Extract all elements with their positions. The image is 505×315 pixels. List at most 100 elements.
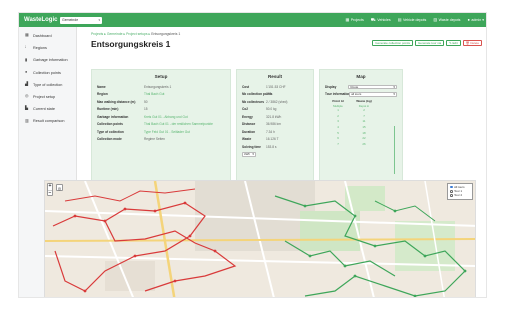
sidebar-item-garbage-information[interactable]: ▮ Garbage information bbox=[19, 54, 76, 66]
nav-vehicles[interactable]: ⛟ Vehicles bbox=[371, 18, 391, 23]
breadcrumb-item[interactable]: Projects bbox=[91, 32, 103, 36]
unit-select-value: kWh bbox=[244, 152, 250, 157]
page-title: Entsorgungskreis 1 bbox=[91, 39, 171, 49]
breadcrumb-item[interactable]: Project setups bbox=[126, 32, 148, 36]
radio-icon bbox=[450, 189, 453, 193]
route-map[interactable]: + − ◎ All tours Tour 1 Tour 2 bbox=[44, 180, 476, 298]
user-icon: ● bbox=[467, 17, 470, 22]
generate-collection-points-button[interactable]: Generate collection points bbox=[372, 40, 413, 46]
result-row: Co2 50.0 kg bbox=[237, 106, 313, 114]
user-label: admin ▾ bbox=[471, 18, 484, 22]
result-label: Duration bbox=[242, 129, 256, 134]
point-cell: 1 bbox=[337, 108, 339, 113]
delete-button[interactable]: 🗑 Delete bbox=[462, 40, 482, 46]
map-canvas[interactable] bbox=[45, 181, 476, 298]
sidebar-item-label: Project setup bbox=[33, 95, 56, 100]
waste-cell: 11 bbox=[362, 119, 366, 124]
legend-item-tour-2[interactable]: Tour 2 bbox=[450, 193, 470, 197]
table-scrollbar[interactable] bbox=[394, 126, 395, 174]
subheader-cell[interactable]: Depot in bbox=[351, 104, 377, 108]
sidebar-item-result-comparison[interactable]: ▥ Result comparison bbox=[19, 115, 76, 127]
column-header: Waste (kg) bbox=[356, 99, 372, 103]
result-heading: Result bbox=[267, 74, 283, 79]
map-marker-icon: ● bbox=[25, 69, 28, 74]
setup-label: Collection points bbox=[97, 122, 123, 127]
chevron-down-icon: ▾ bbox=[393, 92, 395, 97]
nav-waste-depots[interactable]: ▥ Waste depots bbox=[433, 17, 460, 23]
region-link[interactable]: Thal Bach Gut bbox=[144, 92, 164, 96]
point-cell: 6 bbox=[337, 136, 339, 141]
sidebar-item-label: Regions bbox=[33, 46, 47, 51]
result-value: 50.0 kg bbox=[266, 107, 277, 112]
result-row: Distance 36.986 km bbox=[237, 121, 313, 129]
result-row: Nb collecteurs 2 / 3862 (shed) bbox=[237, 98, 313, 106]
group-select[interactable]: Gemeinde ▾ bbox=[60, 16, 102, 24]
result-label: Co2 bbox=[242, 107, 249, 112]
display-select[interactable]: Route ▾ bbox=[348, 84, 397, 89]
garbage-information-link[interactable]: Kreis Gut 01 - Abhang und Gut bbox=[144, 115, 188, 119]
sidebar-item-label: Dashboard bbox=[33, 34, 52, 39]
display-label: Display bbox=[325, 84, 337, 89]
display-row: Display Route ▾ bbox=[320, 83, 402, 91]
point-cell: 3 bbox=[337, 119, 339, 124]
sidebar-item-label: Current state bbox=[33, 107, 55, 112]
sidebar-item-collection-points[interactable]: ● Collection points bbox=[19, 67, 76, 79]
nav-vehicle-depots[interactable]: ▤ Vehicle depots bbox=[397, 17, 427, 23]
top-navbar: WasteLogic Gemeinde ▾ ▦ Projects ⛟ Vehic… bbox=[19, 13, 486, 27]
setup-value: Entsorgungskreis 1 bbox=[144, 84, 172, 89]
waste-cell: 2 bbox=[363, 108, 365, 113]
map-table-header: Point Id Waste (kg) bbox=[320, 99, 402, 103]
setup-label: Collection mode bbox=[97, 137, 122, 142]
top-nav-links: ▦ Projects ⛟ Vehicles ▤ Vehicle depots ▥… bbox=[345, 13, 484, 27]
breadcrumb: Projects ▸ Gemeinde ▸ Project setups ▸ E… bbox=[91, 32, 181, 36]
zoom-in-button[interactable]: + bbox=[48, 183, 52, 190]
result-value: 2 / 3862 (shed) bbox=[266, 99, 288, 104]
result-label: Cost bbox=[242, 84, 250, 89]
setup-row-walking-distance: Max walking distance (m) 50 bbox=[92, 98, 230, 106]
brand-logo[interactable]: WasteLogic bbox=[24, 17, 58, 23]
breadcrumb-item[interactable]: Gemeinde bbox=[107, 32, 123, 36]
compare-icon: ▥ bbox=[25, 118, 29, 123]
sidebar-item-regions[interactable]: ⁞ Regions bbox=[19, 42, 76, 54]
sidebar-item-current-state[interactable]: ▙ Current state bbox=[19, 103, 76, 115]
table-row[interactable]: 7 26 bbox=[320, 141, 402, 147]
zoom-out-button[interactable]: − bbox=[48, 189, 52, 195]
subheader-cell[interactable]: Multiple bbox=[325, 104, 351, 108]
sidebar-item-project-setup[interactable]: ◎ Project setup bbox=[19, 91, 76, 103]
action-bar: Generate collection points Generate tour… bbox=[372, 40, 482, 46]
edit-button[interactable]: ✎ Edit bbox=[446, 40, 461, 46]
sidebar-item-label: Garbage information bbox=[33, 58, 68, 63]
generate-tour-button[interactable]: Generate tour via bbox=[414, 40, 445, 46]
dump-icon: ▥ bbox=[433, 17, 438, 22]
radio-selected-icon bbox=[450, 185, 453, 189]
nav-projects[interactable]: ▦ Projects bbox=[345, 18, 363, 23]
unit-select[interactable]: kWh ▾ bbox=[242, 152, 256, 157]
display-select-value: Route bbox=[350, 84, 359, 89]
setup-label: Region bbox=[97, 92, 108, 97]
layers-icon[interactable]: ◎ bbox=[56, 184, 63, 191]
user-menu[interactable]: ● admin ▾ bbox=[467, 17, 484, 23]
result-label: Nb collecteurs bbox=[242, 99, 264, 104]
result-row: Duration 7.34 h bbox=[237, 128, 313, 136]
depot-icon: ▤ bbox=[397, 17, 402, 22]
result-row: Solving time 153.8 s bbox=[237, 143, 313, 151]
sidebar-item-type-of-collection[interactable]: ▟ Type of collection bbox=[19, 79, 76, 91]
type-of-collection-link[interactable]: Type Feld Gut 01 - Seitlader Gut bbox=[144, 130, 190, 134]
point-cell: 5 bbox=[337, 130, 339, 135]
result-value: 321.8 kWh bbox=[266, 114, 282, 119]
waste-cell: 18 bbox=[362, 130, 366, 135]
setup-value: 50 bbox=[144, 99, 148, 104]
setup-label: Type of collection bbox=[97, 129, 124, 134]
point-cell: 7 bbox=[337, 141, 339, 146]
sidebar-item-dashboard[interactable]: ▦ Dashboard bbox=[19, 30, 76, 42]
truck-icon: ▟ bbox=[25, 81, 28, 86]
point-cell: 4 bbox=[337, 125, 339, 130]
map-panel: Map Display Route ▾ Tour information all… bbox=[319, 69, 403, 185]
tour-select[interactable]: all tours ▾ bbox=[349, 92, 397, 97]
column-header: Point Id bbox=[332, 99, 344, 103]
result-label: Waste bbox=[242, 137, 252, 142]
setup-value: Regime Seiten bbox=[144, 137, 165, 142]
collection-points-link[interactable]: Thal Bach Gut 01 - der restlichen Sammel… bbox=[144, 122, 213, 126]
nav-label: Vehicle depots bbox=[402, 18, 427, 22]
result-row: Energy 321.8 kWh bbox=[237, 113, 313, 121]
